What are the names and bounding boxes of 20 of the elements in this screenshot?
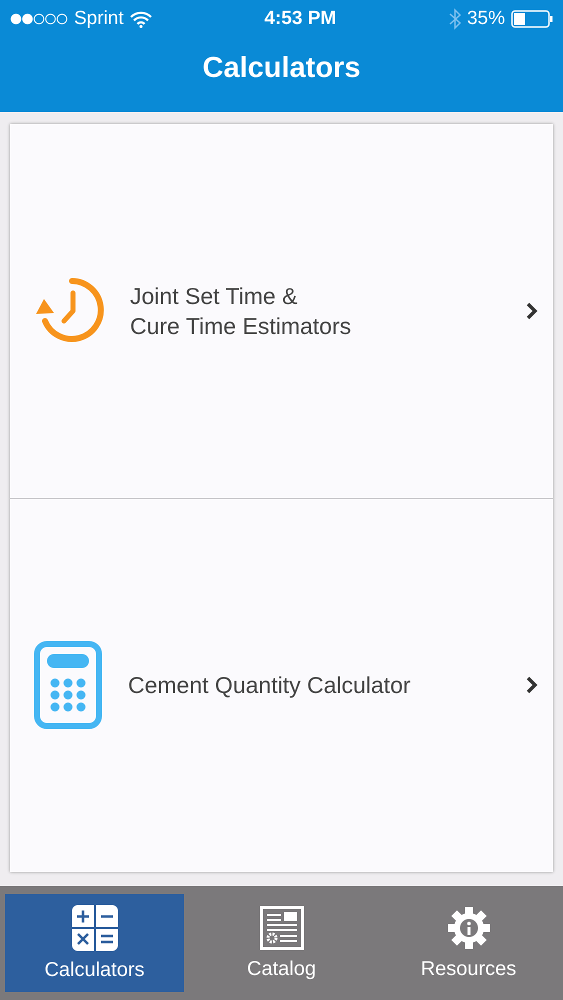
document-icon — [260, 906, 304, 950]
clock-icon — [34, 278, 104, 344]
chevron-right-icon — [525, 675, 539, 696]
wifi-icon — [130, 10, 152, 28]
calculator-icon — [34, 641, 102, 730]
bluetooth-icon — [448, 8, 461, 30]
signal-icon — [10, 13, 68, 25]
carrier-name: Sprint — [74, 8, 124, 30]
tab[interactable]: Resources — [379, 894, 558, 992]
tab[interactable]: Catalog — [192, 894, 371, 992]
menu-item-label[interactable]: Cement Quantity Calculator — [128, 670, 499, 700]
gear-info-icon — [446, 906, 490, 950]
chevron-right-icon — [525, 300, 539, 321]
calculator-keys-icon — [72, 904, 118, 950]
tab[interactable]: Calculators — [5, 894, 184, 992]
battery-icon — [510, 10, 553, 28]
page-title: Calculators — [202, 52, 360, 84]
menu-item-label[interactable]: Joint Set Time & Cure Time Estimators — [130, 280, 499, 341]
status-time: 4:53 PM — [264, 8, 336, 30]
battery-percent: 35% — [466, 8, 505, 30]
